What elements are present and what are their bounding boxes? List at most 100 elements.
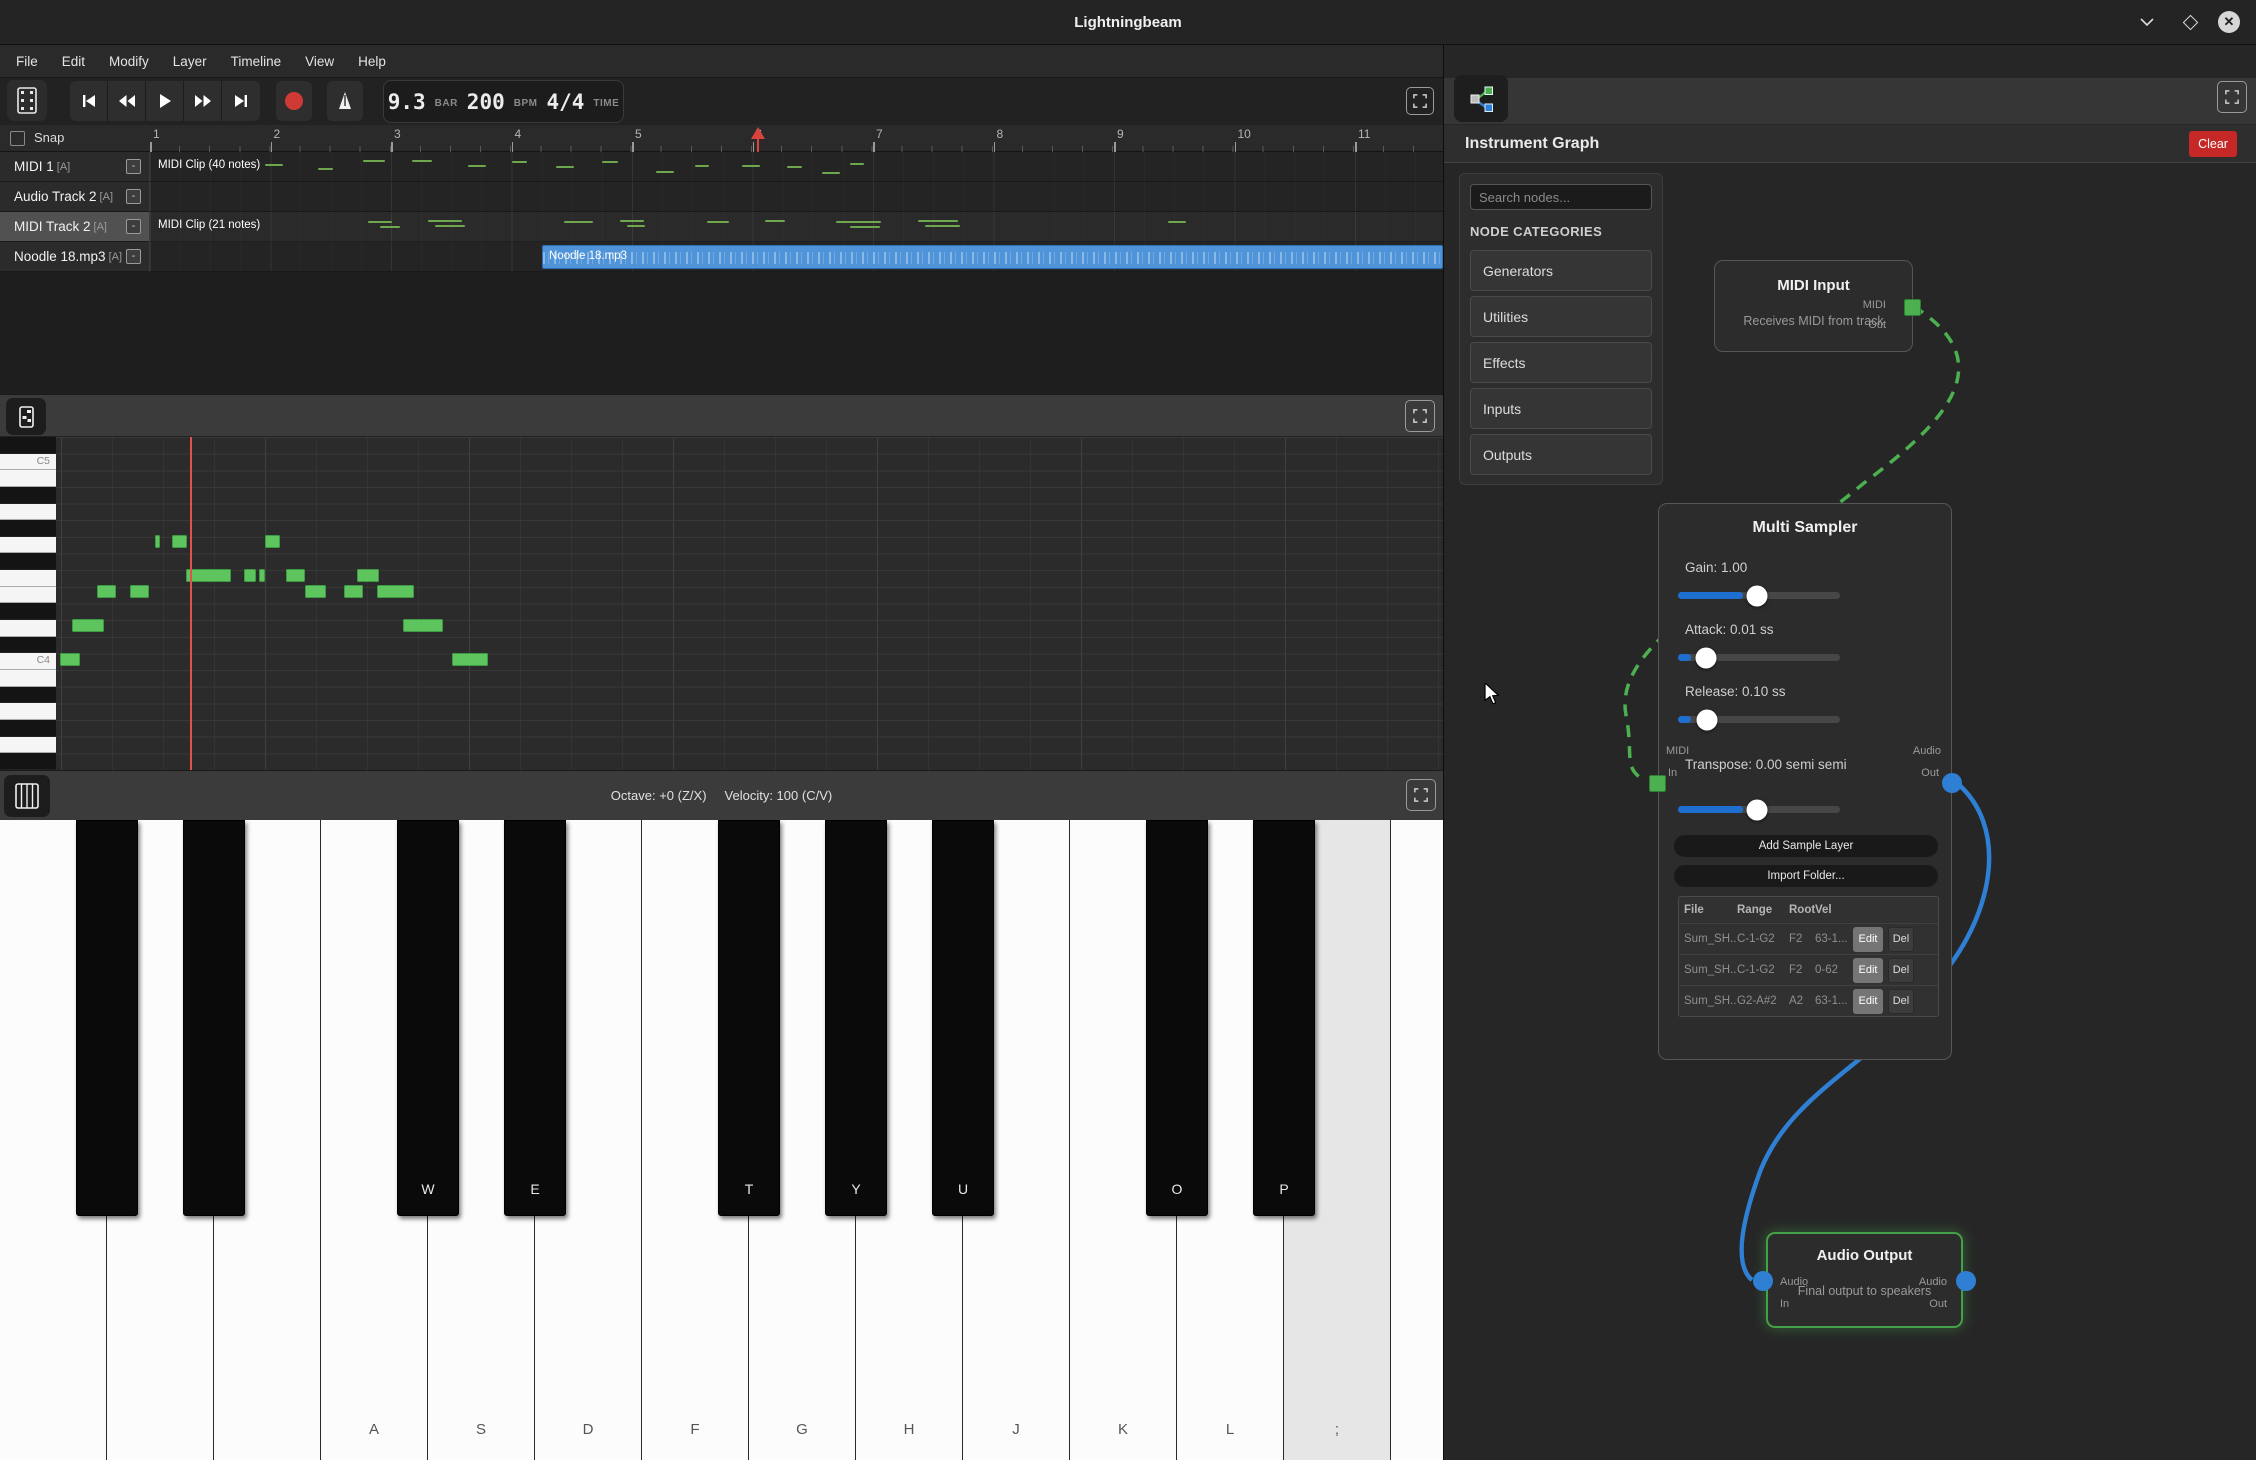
piano-roll-key[interactable]: [0, 737, 56, 754]
black-key[interactable]: U: [932, 820, 994, 1216]
black-key[interactable]: [76, 820, 138, 1216]
piano-roll-key[interactable]: [0, 687, 56, 704]
piano-roll-key[interactable]: [0, 553, 56, 570]
minimize-button[interactable]: [2134, 9, 2160, 35]
snap-checkbox[interactable]: [10, 131, 25, 146]
piano-roll-key[interactable]: [0, 570, 56, 587]
track-row[interactable]: Noodle 18.mp3 [A] -: [0, 242, 149, 272]
category-button[interactable]: Utilities: [1470, 296, 1652, 337]
audio-in-port[interactable]: [1753, 1271, 1773, 1291]
track-minus-button[interactable]: -: [126, 219, 141, 234]
film-strip-button[interactable]: [7, 80, 47, 121]
midi-note[interactable]: [244, 569, 256, 582]
piano-roll-key[interactable]: [0, 603, 56, 620]
menu-item[interactable]: View: [293, 45, 346, 78]
search-input[interactable]: [1470, 184, 1652, 210]
piano-roll-grid[interactable]: [56, 437, 1443, 770]
midi-note[interactable]: [60, 653, 80, 666]
rewind-button[interactable]: [108, 81, 146, 121]
midi-note[interactable]: [403, 619, 443, 632]
piano-roll-key[interactable]: C5: [0, 454, 56, 471]
piano-roll-key[interactable]: [0, 637, 56, 654]
piano-roll-key[interactable]: [0, 470, 56, 487]
piano-roll-popout-button[interactable]: [6, 398, 46, 435]
keyboard-fullscreen-button[interactable]: [1406, 779, 1436, 811]
audio-out-port[interactable]: [1956, 1271, 1976, 1291]
menu-item[interactable]: Modify: [97, 45, 161, 78]
midi-note[interactable]: [172, 535, 187, 548]
clear-button[interactable]: Clear: [2189, 131, 2237, 157]
clip[interactable]: Noodle 18.mp3: [542, 245, 1443, 269]
slider[interactable]: [1678, 592, 1840, 599]
category-button[interactable]: Outputs: [1470, 434, 1652, 475]
track-minus-button[interactable]: -: [126, 189, 141, 204]
black-key[interactable]: Y: [825, 820, 887, 1216]
audio-out-port[interactable]: [1942, 773, 1962, 793]
piano-roll-key[interactable]: [0, 437, 56, 454]
slider-thumb[interactable]: [1747, 585, 1768, 606]
midi-note[interactable]: [286, 569, 305, 582]
piano-roll-key[interactable]: [0, 487, 56, 504]
timeline-fullscreen-button[interactable]: [1406, 87, 1434, 115]
menu-item[interactable]: Timeline: [219, 45, 294, 78]
midi-note[interactable]: [97, 585, 116, 598]
record-button[interactable]: [276, 81, 312, 121]
midi-note[interactable]: [305, 585, 326, 598]
menu-item[interactable]: Edit: [50, 45, 97, 78]
audio-output-node[interactable]: Audio Output Final output to speakers Au…: [1766, 1232, 1963, 1328]
delete-button[interactable]: Del: [1888, 958, 1914, 983]
black-key[interactable]: E: [504, 820, 566, 1216]
clip[interactable]: MIDI Clip (21 notes): [152, 215, 1186, 239]
midi-note[interactable]: [265, 535, 280, 548]
black-key[interactable]: P: [1253, 820, 1315, 1216]
midi-note[interactable]: [259, 569, 265, 582]
maximize-button[interactable]: [2177, 9, 2203, 35]
slider-thumb[interactable]: [1747, 799, 1768, 820]
timeline-ruler[interactable]: Snap 1 2 3 4 5: [0, 125, 1443, 152]
midi-out-port[interactable]: [1904, 299, 1921, 316]
piano-roll-fullscreen-button[interactable]: [1405, 400, 1435, 432]
midi-in-port[interactable]: [1649, 775, 1666, 792]
track-row[interactable]: MIDI Track 2 [A] -: [0, 212, 149, 242]
piano-roll-key[interactable]: [0, 753, 56, 770]
edit-button[interactable]: Edit: [1853, 989, 1883, 1014]
track-minus-button[interactable]: -: [126, 159, 141, 174]
piano-roll-key[interactable]: [0, 504, 56, 521]
close-button[interactable]: ✕: [2216, 9, 2242, 35]
black-key[interactable]: W: [397, 820, 459, 1216]
piano-roll-key[interactable]: [0, 520, 56, 537]
clip[interactable]: MIDI Clip (40 notes): [152, 155, 879, 179]
delete-button[interactable]: Del: [1888, 989, 1914, 1014]
slider-thumb[interactable]: [1695, 647, 1716, 668]
white-key[interactable]: [1391, 820, 1443, 1460]
delete-button[interactable]: Del: [1888, 927, 1914, 952]
fast-forward-button[interactable]: [184, 81, 222, 121]
graph-canvas[interactable]: NODE CATEGORIES Generators Utilities Eff…: [1444, 163, 2256, 1460]
menu-item[interactable]: Layer: [161, 45, 219, 78]
midi-note[interactable]: [155, 535, 160, 548]
midi-note[interactable]: [130, 585, 149, 598]
metronome-button[interactable]: [327, 81, 363, 121]
midi-note[interactable]: [72, 619, 104, 632]
piano-roll-key[interactable]: [0, 670, 56, 687]
track-row[interactable]: Audio Track 2 [A] -: [0, 182, 149, 212]
category-button[interactable]: Generators: [1470, 250, 1652, 291]
midi-note[interactable]: [344, 585, 363, 598]
piano-roll-key[interactable]: [0, 703, 56, 720]
black-key[interactable]: T: [718, 820, 780, 1216]
midi-note[interactable]: [452, 653, 488, 666]
graph-view-button[interactable]: [1454, 75, 1508, 122]
midi-note[interactable]: [377, 585, 414, 598]
midi-input-node[interactable]: MIDI Input Receives MIDI from track MIDI…: [1714, 260, 1913, 352]
add-sample-layer-button[interactable]: Add Sample Layer: [1674, 835, 1938, 857]
black-key[interactable]: O: [1146, 820, 1208, 1216]
menu-item[interactable]: File: [4, 45, 50, 78]
piano-roll-key[interactable]: [0, 587, 56, 604]
category-button[interactable]: Effects: [1470, 342, 1652, 383]
play-button[interactable]: [146, 81, 184, 121]
piano-roll-key[interactable]: [0, 720, 56, 737]
import-folder-button[interactable]: Import Folder...: [1674, 865, 1938, 887]
slider[interactable]: [1678, 716, 1840, 723]
category-button[interactable]: Inputs: [1470, 388, 1652, 429]
keyboard-popout-button[interactable]: [4, 775, 50, 817]
